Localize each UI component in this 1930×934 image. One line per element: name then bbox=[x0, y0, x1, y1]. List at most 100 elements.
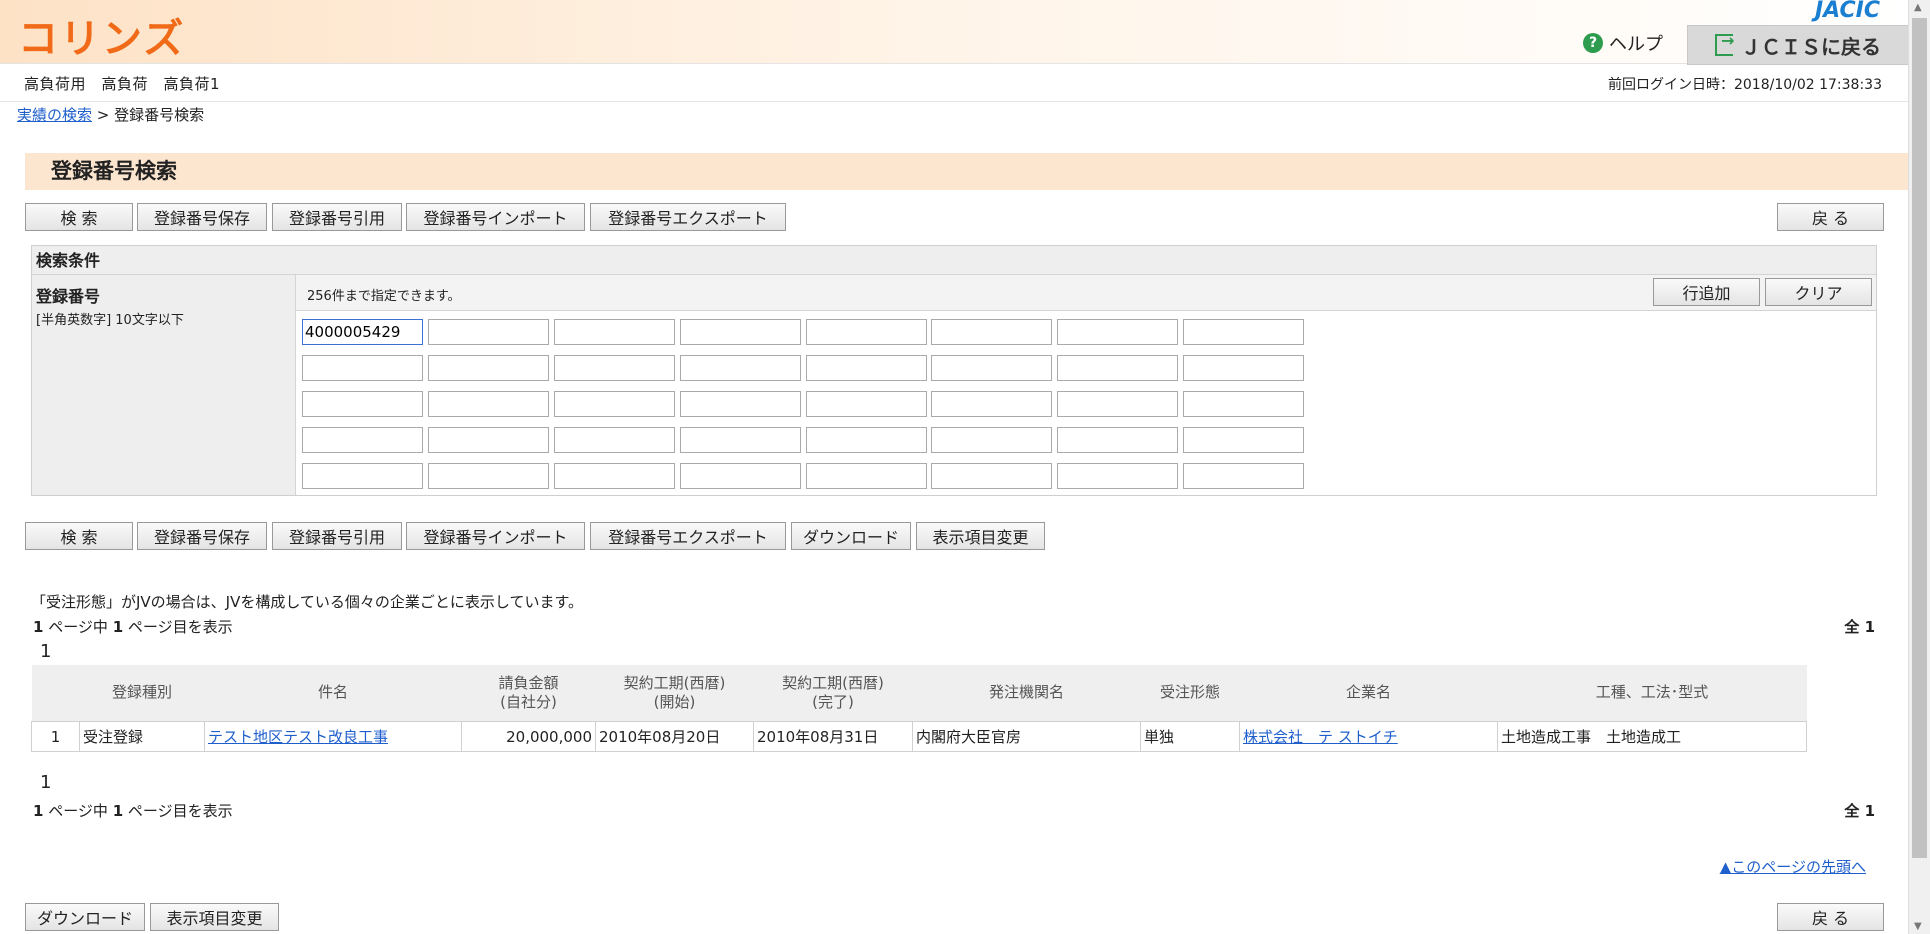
registration-number-input[interactable] bbox=[554, 319, 675, 345]
registration-number-input[interactable] bbox=[428, 391, 549, 417]
registration-number-input[interactable] bbox=[1183, 463, 1304, 489]
last-login-time: 前回ログイン日時：2018/10/02 17:38:33 bbox=[1607, 77, 1882, 93]
search-conditions-heading: 検索条件 bbox=[32, 246, 1876, 275]
registration-number-input[interactable] bbox=[302, 427, 423, 453]
col-work: 工種、工法･型式 bbox=[1497, 665, 1807, 722]
registration-number-input[interactable] bbox=[1183, 427, 1304, 453]
display-items-change-button-bottom[interactable]: 表示項目変更 bbox=[150, 903, 279, 931]
clear-button[interactable]: クリア bbox=[1765, 278, 1872, 306]
registration-number-input[interactable] bbox=[1183, 391, 1304, 417]
registration-number-input[interactable] bbox=[680, 355, 801, 381]
download-button[interactable]: ダウンロード bbox=[791, 522, 911, 550]
corins-logo[interactable]: コリンズ bbox=[18, 6, 185, 64]
jv-notice: 「受注形態」がJVの場合は、JVを構成している個々の企業ごとに表示しています。 bbox=[31, 593, 583, 611]
registration-number-input[interactable] bbox=[806, 463, 927, 489]
scroll-thumb[interactable] bbox=[1912, 18, 1927, 858]
export-numbers-button[interactable]: 登録番号エクスポート bbox=[590, 203, 786, 231]
save-numbers-button[interactable]: 登録番号保存 bbox=[137, 203, 267, 231]
registration-number-input[interactable] bbox=[806, 355, 927, 381]
registration-number-input[interactable] bbox=[554, 427, 675, 453]
registration-number-input[interactable] bbox=[680, 427, 801, 453]
registration-number-input[interactable] bbox=[680, 319, 801, 345]
registration-number-input[interactable] bbox=[1057, 463, 1178, 489]
row-no: 1 bbox=[31, 721, 80, 752]
registration-number-input[interactable] bbox=[806, 319, 927, 345]
registration-number-input[interactable] bbox=[806, 391, 927, 417]
import-numbers-button-2[interactable]: 登録番号インポート bbox=[406, 522, 585, 550]
export-numbers-button-2[interactable]: 登録番号エクスポート bbox=[590, 522, 786, 550]
registration-number-input[interactable] bbox=[1057, 427, 1178, 453]
page-number-top[interactable]: 1 bbox=[40, 641, 51, 662]
search-button-2[interactable]: 検 索 bbox=[25, 522, 133, 550]
row-start: 2010年08月20日 bbox=[595, 721, 754, 752]
page-info-bottom: 1 ページ中 1 ページ目を表示 bbox=[33, 800, 233, 821]
row-form: 単独 bbox=[1140, 721, 1240, 752]
search-button[interactable]: 検 索 bbox=[25, 203, 133, 231]
registration-number-input[interactable] bbox=[554, 355, 675, 381]
registration-number-input[interactable] bbox=[680, 463, 801, 489]
page-title: 登録番号検索 bbox=[25, 153, 1908, 190]
registration-number-input[interactable] bbox=[428, 463, 549, 489]
registration-number-input[interactable] bbox=[302, 355, 423, 381]
registration-number-input[interactable] bbox=[428, 355, 549, 381]
registration-number-input[interactable] bbox=[302, 391, 423, 417]
save-numbers-button-2[interactable]: 登録番号保存 bbox=[137, 522, 267, 550]
registration-number-input[interactable] bbox=[931, 319, 1052, 345]
registration-number-input[interactable] bbox=[1183, 355, 1304, 381]
return-to-jcis-button[interactable]: ＪＣＩＳに戻る bbox=[1687, 25, 1909, 65]
registration-number-input[interactable] bbox=[931, 391, 1052, 417]
total-count-2: 1 bbox=[1864, 802, 1875, 820]
row-amount: 20,000,000 bbox=[461, 721, 596, 752]
registration-number-input[interactable] bbox=[1057, 391, 1178, 417]
registration-number-hint: [半角英数字] 10文字以下 bbox=[36, 313, 184, 328]
registration-number-input[interactable] bbox=[302, 463, 423, 489]
registration-number-input[interactable] bbox=[1057, 319, 1178, 345]
breadcrumb: 実績の検索 > 登録番号検索 bbox=[17, 104, 204, 125]
registration-number-label-cell: 登録番号 [半角英数字] 10文字以下 bbox=[32, 275, 296, 495]
scroll-up-arrow-icon[interactable]: ▲ bbox=[1914, 2, 1922, 13]
help-link[interactable]: ? ヘルプ bbox=[1583, 30, 1663, 56]
col-form: 受注形態 bbox=[1140, 665, 1240, 722]
registration-number-input[interactable] bbox=[554, 463, 675, 489]
total-count-top: 全 1 bbox=[1844, 616, 1875, 637]
jacic-logo: JACIC bbox=[1814, 0, 1880, 23]
add-row-button[interactable]: 行追加 bbox=[1653, 278, 1760, 306]
col-start: 契約工期(西暦) (開始) bbox=[595, 665, 754, 722]
page-top-link[interactable]: ▲このページの先頭へ bbox=[1720, 856, 1866, 877]
user-bar: 高負荷用 高負荷 高負荷1 前回ログイン日時：2018/10/02 17:38:… bbox=[0, 64, 1908, 102]
display-items-change-button[interactable]: 表示項目変更 bbox=[916, 522, 1045, 550]
page-text-b: ページ目を表示 bbox=[127, 618, 233, 636]
registration-number-input[interactable] bbox=[302, 319, 423, 345]
back-button-top[interactable]: 戻 る bbox=[1777, 203, 1884, 231]
registration-number-input[interactable] bbox=[428, 427, 549, 453]
col-no bbox=[31, 665, 80, 722]
import-numbers-button[interactable]: 登録番号インポート bbox=[406, 203, 585, 231]
scroll-down-arrow-icon[interactable]: ▼ bbox=[1914, 921, 1922, 932]
registration-number-input[interactable] bbox=[806, 427, 927, 453]
breadcrumb-separator: > bbox=[96, 106, 110, 124]
registration-number-input[interactable] bbox=[428, 319, 549, 345]
table-row: 1 受注登録 テスト地区テスト改良工事 20,000,000 2010年08月2… bbox=[31, 721, 1807, 752]
vertical-scrollbar[interactable]: ▲ ▼ bbox=[1908, 0, 1930, 934]
quote-numbers-button-2[interactable]: 登録番号引用 bbox=[272, 522, 402, 550]
download-button-bottom[interactable]: ダウンロード bbox=[25, 903, 145, 931]
row-company-link[interactable]: 株式会社 テ ストイチ bbox=[1239, 721, 1498, 752]
registration-number-input[interactable] bbox=[931, 355, 1052, 381]
col-end: 契約工期(西暦) (完了) bbox=[753, 665, 913, 722]
registration-number-input[interactable] bbox=[554, 391, 675, 417]
breadcrumb-link-search[interactable]: 実績の検索 bbox=[17, 106, 92, 124]
registration-number-input[interactable] bbox=[931, 427, 1052, 453]
row-title-link[interactable]: テスト地区テスト改良工事 bbox=[204, 721, 462, 752]
user-name: 高負荷用 高負荷 高負荷1 bbox=[24, 75, 221, 93]
page-number-bottom[interactable]: 1 bbox=[40, 772, 51, 793]
page-text-a-2: ページ中 bbox=[48, 802, 108, 820]
registration-number-input[interactable] bbox=[1183, 319, 1304, 345]
quote-numbers-button[interactable]: 登録番号引用 bbox=[272, 203, 402, 231]
col-orderer: 発注機関名 bbox=[912, 665, 1141, 722]
page-info-top: 1 ページ中 1 ページ目を表示 bbox=[33, 616, 233, 637]
back-button-bottom[interactable]: 戻 る bbox=[1777, 903, 1884, 931]
registration-number-input[interactable] bbox=[1057, 355, 1178, 381]
registration-number-input[interactable] bbox=[680, 391, 801, 417]
registration-number-input[interactable] bbox=[931, 463, 1052, 489]
row-type: 受注登録 bbox=[79, 721, 205, 752]
